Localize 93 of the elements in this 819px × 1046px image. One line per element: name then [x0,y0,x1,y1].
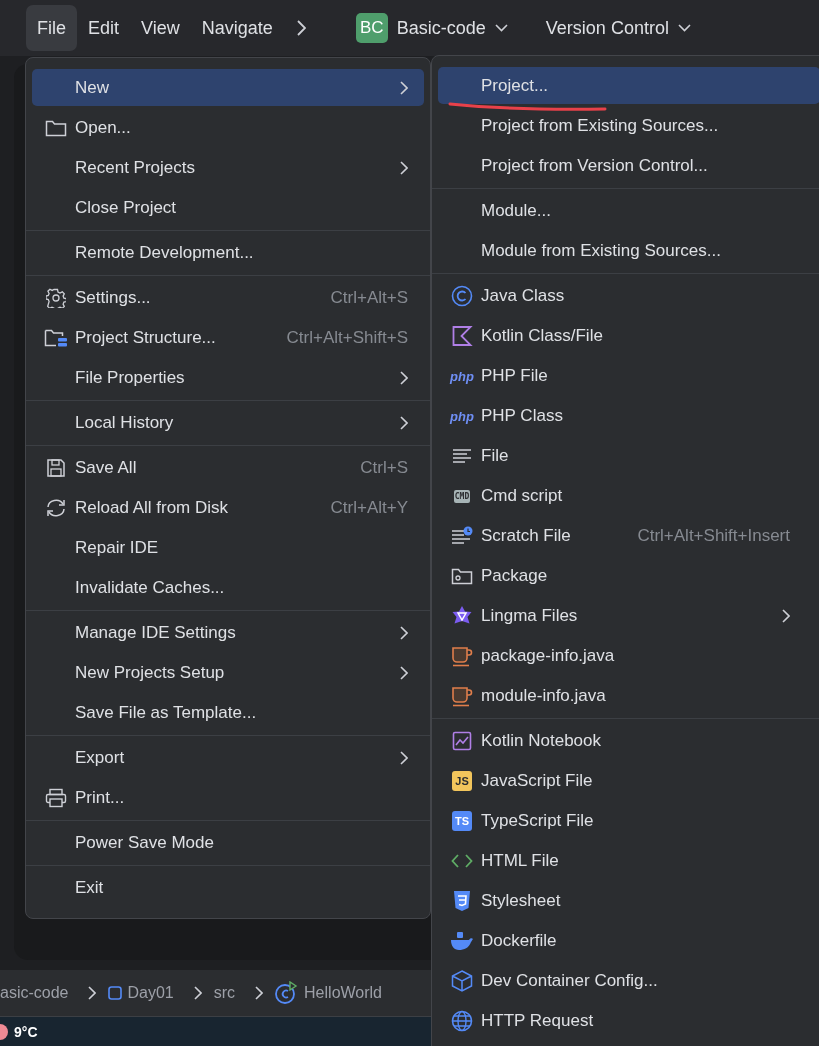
code-icon [451,853,473,869]
menu-item[interactable]: Kotlin Class/File [438,316,819,356]
temperature-text[interactable]: 9°C [14,1023,38,1040]
settings-icon [46,288,66,308]
menu-item[interactable]: Module from Existing Sources... [438,231,819,271]
menu-item[interactable]: File Properties [32,358,424,398]
menu-item[interactable]: Scratch File Ctrl+Alt+Shift+Insert [438,516,819,556]
menu-item[interactable]: Save File as Template... [32,693,424,733]
chevron-right-icon [255,986,264,1000]
chevron-down-icon [677,24,691,32]
chevron-right-icon [193,986,202,1000]
menu-item[interactable]: Java Class [438,276,819,316]
menu-bar-item[interactable]: File [26,5,77,51]
menu-item[interactable]: Project from Version Control... [438,146,819,186]
star-logo-icon [451,605,473,627]
project-switcher[interactable]: BC Basic-code [349,7,514,49]
menu-item[interactable]: Manage IDE Settings [32,613,424,653]
menu-item[interactable]: package-info.java [438,636,819,676]
menu-item[interactable]: HTTP Request [438,1001,819,1041]
js-icon: JS [452,771,472,791]
cmd-icon: CMD [453,489,471,503]
whale-icon [450,931,474,951]
folder-icon [44,328,68,348]
menu-item[interactable]: JS JavaScript File [438,761,819,801]
menu-item[interactable]: Open... [32,108,424,148]
menu-item[interactable]: Remote Development... [32,233,424,273]
shield-icon [453,890,471,912]
chart-icon [452,731,472,751]
menu-item[interactable]: Save All Ctrl+S [32,448,424,488]
menu-item[interactable]: Reload All from Disk Ctrl+Alt+Y [32,488,424,528]
cup-icon [451,645,473,667]
menu-bar-item[interactable]: View [130,5,191,51]
menu-item[interactable]: File [438,436,819,476]
chevron-right-icon [88,986,97,1000]
cube-icon [451,970,473,992]
menu-bar-item[interactable]: Navigate [190,5,284,51]
menu-item[interactable]: Print... [32,778,424,818]
php-icon: php [450,368,474,384]
shortcut-text: Ctrl+Alt+Shift+S [286,328,408,348]
menu-item[interactable]: Repair IDE [32,528,424,568]
shortcut-text: Ctrl+Alt+Shift+Insert [637,526,790,546]
menu-item[interactable]: Local History [32,403,424,443]
scratch-file-icon [451,526,473,546]
menu-bar-item[interactable]: Edit [77,5,131,51]
menu-item[interactable]: Power Save Mode [32,823,424,863]
menu-item[interactable]: CMD Cmd script [438,476,819,516]
menu-item[interactable]: Package [438,556,819,596]
ts-icon: TS [452,811,472,831]
save-icon [46,458,66,478]
menu-item[interactable]: Project... [438,67,819,104]
menu-item[interactable]: Close Project [32,188,424,228]
chevron-right-icon[interactable] [295,20,306,36]
folder-icon [45,119,67,137]
chevron-down-icon [494,24,508,32]
menu-item[interactable]: module-info.java [438,676,819,716]
menu-item[interactable]: New [32,69,424,106]
shortcut-text: Ctrl+Alt+S [330,288,408,308]
menu-item[interactable]: Project Structure... Ctrl+Alt+Shift+S [32,318,424,358]
globe-icon [451,1010,473,1032]
menu-item[interactable]: Kotlin Notebook [438,721,819,761]
menu-item[interactable]: Stylesheet [438,881,819,921]
menu-item[interactable]: Project from Existing Sources... [438,106,819,146]
kotlin-icon [451,325,473,347]
cup-icon [451,685,473,707]
breadcrumb-item[interactable]: HelloWorld [275,981,382,1005]
php-icon: php [450,408,474,424]
menu-item[interactable]: Module... [438,191,819,231]
breadcrumb-item[interactable]: asic-code [0,984,69,1002]
module-icon [108,986,123,1000]
printer-icon [45,788,67,808]
menu-item[interactable]: php PHP File [438,356,819,396]
menu-item[interactable]: Export [32,738,424,778]
breadcrumb-item[interactable]: Day01 [108,984,174,1002]
menu-item[interactable]: Dockerfile [438,921,819,961]
project-badge: BC [355,13,388,43]
refresh-icon [44,498,68,518]
menu-item[interactable]: Invalidate Caches... [32,568,424,608]
menu-item[interactable]: New Projects Setup [32,653,424,693]
menu-item[interactable]: Settings... Ctrl+Alt+S [32,278,424,318]
menu-item[interactable]: Exit [32,868,424,908]
menu-item[interactable]: Dev Container Config... [438,961,819,1001]
menu-item[interactable]: php PHP Class [438,396,819,436]
package-icon [451,567,473,585]
text-file-icon [452,448,472,464]
menu-item[interactable]: Recent Projects [32,148,424,188]
menu-item[interactable]: Lingma Files [438,596,819,636]
menu-item[interactable]: TS TypeScript File [438,801,819,841]
vcs-menu-button[interactable]: Version Control [539,11,697,45]
breadcrumb-item[interactable]: src [213,984,236,1002]
shortcut-text: Ctrl+S [360,458,408,478]
shortcut-text: Ctrl+Alt+Y [330,498,408,518]
class-icon [451,285,473,307]
menu-item[interactable]: HTML File [438,841,819,881]
